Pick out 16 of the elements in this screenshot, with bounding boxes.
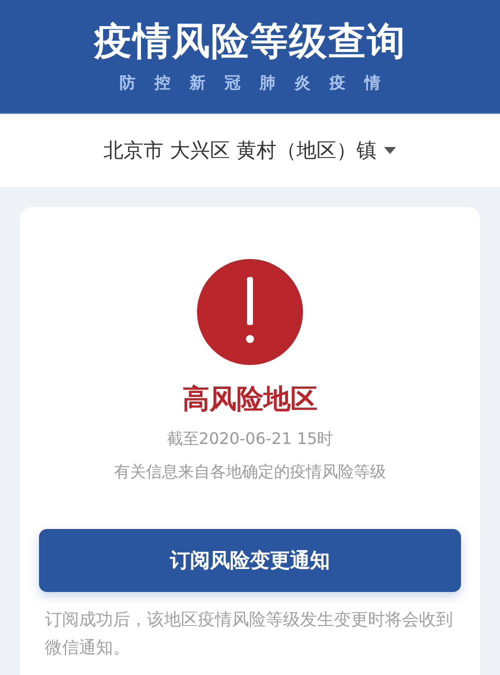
subtitle-character: 防: [120, 73, 136, 94]
update-time: 截至2020-06-21 15时: [166, 429, 334, 450]
location-selector[interactable]: 北京市 大兴区 黄村（地区）镇: [100, 133, 400, 168]
subtitle-character: 炎: [294, 73, 310, 94]
subtitle-character: 冠: [224, 73, 240, 94]
subscribe-button[interactable]: 订阅风险变更通知: [39, 529, 461, 592]
subtitle-character: 控: [154, 73, 170, 94]
page-title: 疫情风险等级查询: [94, 18, 406, 65]
subscribe-note: 订阅成功后，该地区疫情风险等级发生变更时将会收到微信通知。: [45, 609, 454, 660]
subtitle-character: 疫: [330, 73, 346, 94]
subtitle-character: 情: [364, 73, 380, 94]
subtitle-character: 新: [190, 73, 206, 94]
source-note: 有关信息来自各地确定的疫情风险等级: [114, 462, 386, 483]
dropdown-caret-icon: [384, 146, 396, 154]
subtitle-character: 肺: [260, 73, 276, 94]
risk-level: 高风险地区: [182, 383, 318, 417]
